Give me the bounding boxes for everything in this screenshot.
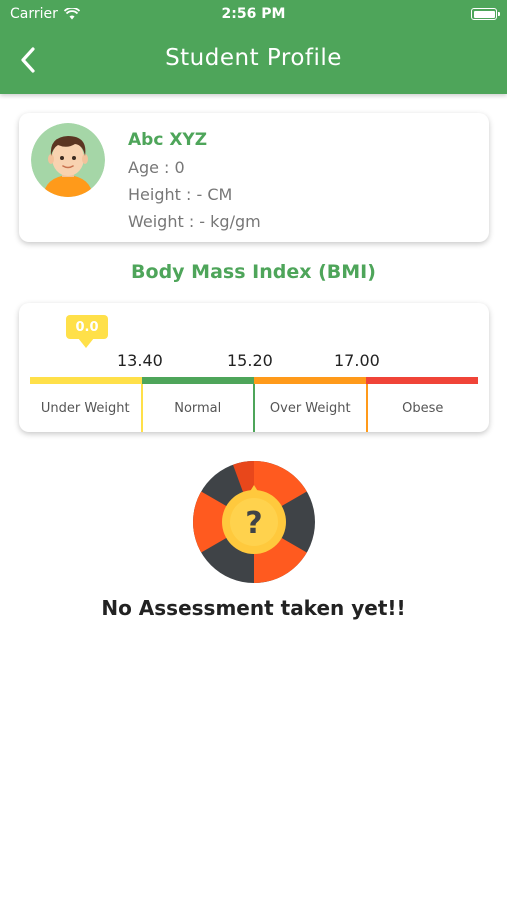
student-profile-card: Abc XYZ Age : 0 Height : - CM Weight : -… bbox=[19, 113, 489, 242]
bmi-threshold-underweight: 13.40 bbox=[117, 351, 163, 370]
no-assessment-message: No Assessment taken yet!! bbox=[101, 596, 406, 620]
svg-text:?: ? bbox=[245, 506, 262, 541]
bmi-section-title: Body Mass Index (BMI) bbox=[131, 261, 376, 283]
bmi-category-labels: Under Weight Normal Over Weight Obese bbox=[30, 384, 478, 432]
student-weight: Weight : - kg/gm bbox=[128, 212, 261, 231]
bmi-category-obese: Obese bbox=[365, 384, 479, 432]
student-avatar bbox=[31, 123, 105, 197]
battery-icon bbox=[471, 8, 500, 20]
bmi-color-bar bbox=[30, 377, 478, 384]
student-name: Abc XYZ bbox=[128, 130, 208, 150]
bmi-bar-overweight bbox=[254, 377, 366, 384]
page-title: Student Profile bbox=[165, 45, 342, 71]
bmi-scale-card: 0.0 13.40 15.20 17.00 Under Weight Norma… bbox=[19, 303, 489, 432]
clock: 2:56 PM bbox=[221, 6, 286, 22]
status-bar: Carrier 2:56 PM bbox=[0, 0, 507, 28]
student-height: Height : - CM bbox=[128, 185, 233, 204]
bmi-threshold-normal: 15.20 bbox=[227, 351, 273, 370]
bmi-value-pointer: 0.0 bbox=[66, 315, 108, 348]
bmi-category-underweight: Under Weight bbox=[40, 400, 130, 416]
app-header: Carrier 2:56 PM Student Profile bbox=[0, 0, 507, 94]
bmi-bar-obese bbox=[366, 377, 478, 384]
bmi-category-overweight: Over Weight bbox=[253, 384, 366, 432]
question-wheel-icon: ? bbox=[193, 460, 315, 583]
bmi-category-normal: Normal bbox=[140, 384, 254, 432]
bmi-threshold-overweight: 17.00 bbox=[334, 351, 380, 370]
bmi-bar-underweight bbox=[30, 377, 142, 384]
student-age: Age : 0 bbox=[128, 158, 185, 177]
bmi-bar-normal bbox=[142, 377, 254, 384]
